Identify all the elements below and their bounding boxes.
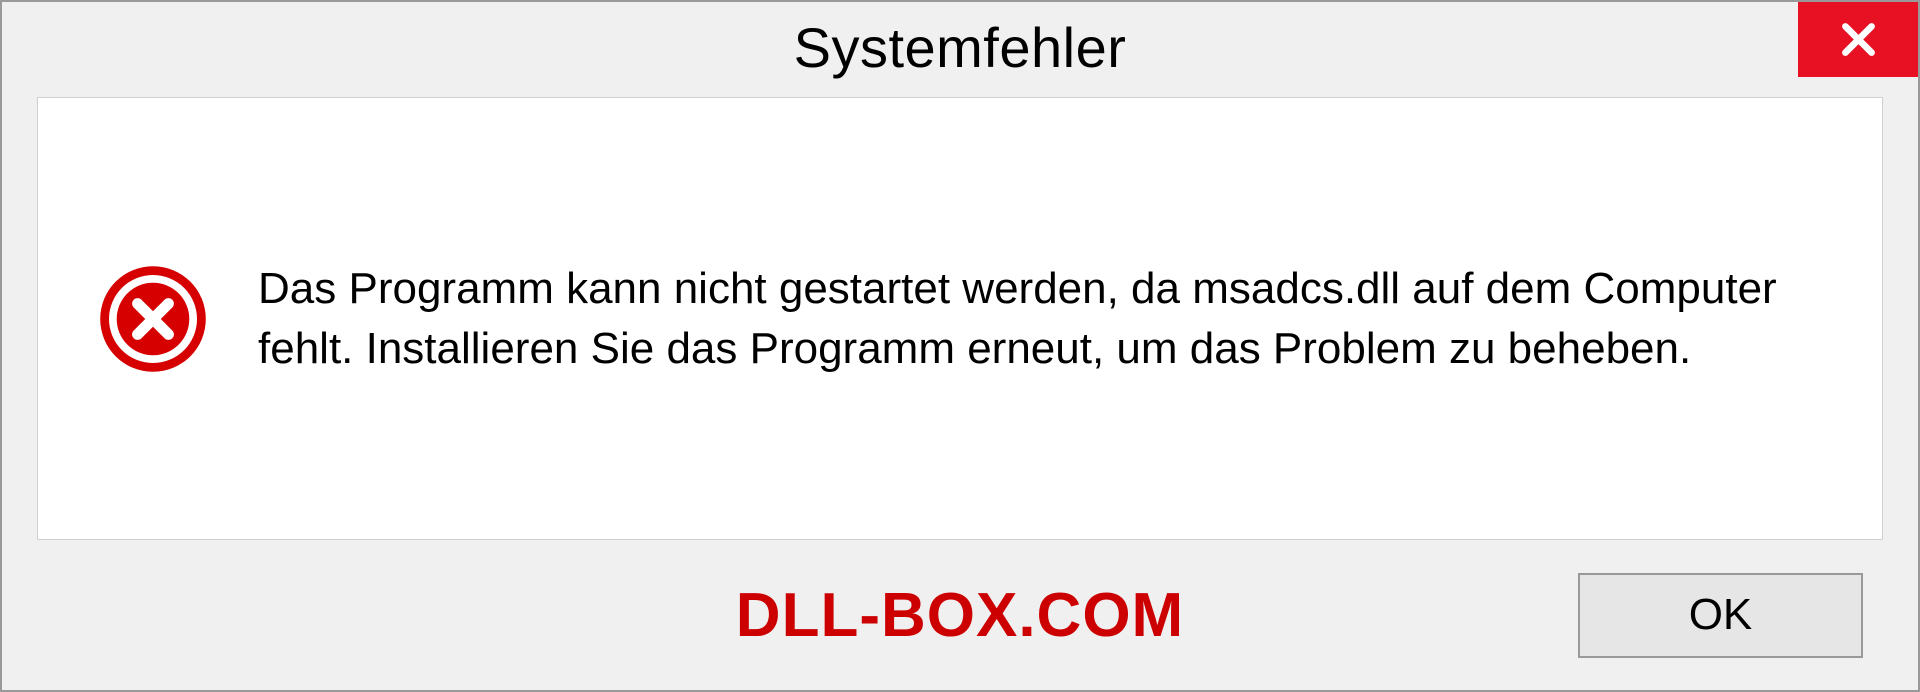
- error-message: Das Programm kann nicht gestartet werden…: [258, 259, 1822, 378]
- titlebar: Systemfehler: [2, 2, 1918, 92]
- dialog-title: Systemfehler: [794, 15, 1127, 80]
- close-button[interactable]: [1798, 2, 1918, 77]
- error-icon: [98, 264, 208, 374]
- dialog-footer: DLL-BOX.COM OK: [2, 560, 1918, 690]
- close-icon: [1836, 17, 1881, 62]
- error-dialog: Systemfehler Das Programm kann nicht ges…: [0, 0, 1920, 692]
- content-panel: Das Programm kann nicht gestartet werden…: [37, 97, 1883, 540]
- watermark-text: DLL-BOX.COM: [736, 580, 1184, 651]
- ok-button[interactable]: OK: [1578, 573, 1863, 658]
